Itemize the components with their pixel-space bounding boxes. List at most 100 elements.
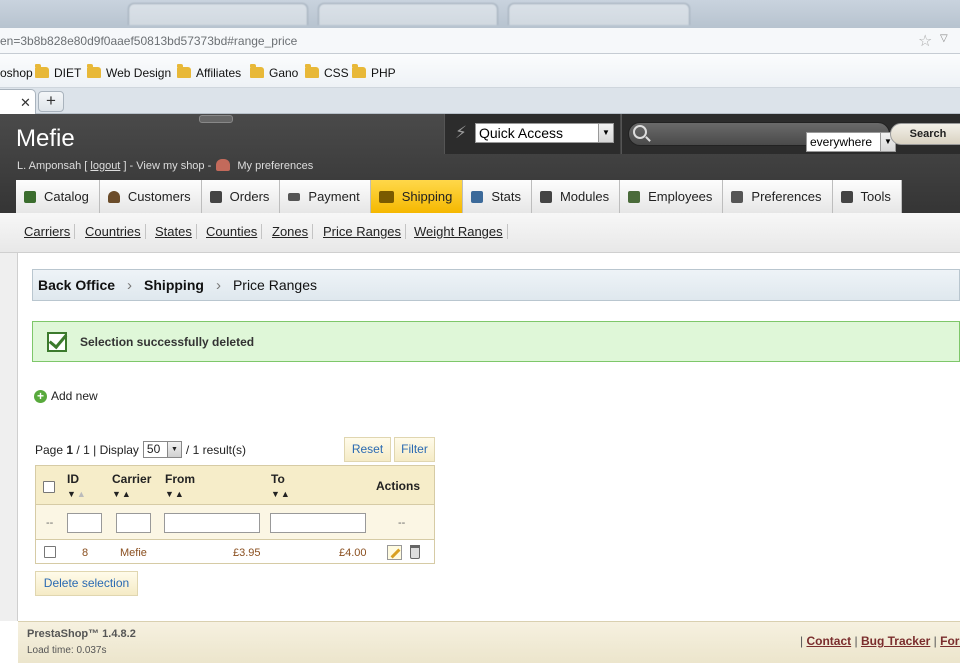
subnav-zones[interactable]: Zones: [272, 224, 314, 239]
chevron-down-icon: ▼: [166, 442, 181, 457]
employees-icon: [628, 190, 641, 203]
quick-access-select[interactable]: Quick Access ▼: [475, 123, 614, 143]
footer-brand: PrestaShop™ 1.4.8.2: [27, 628, 136, 640]
bookmark-star-icon[interactable]: ☆: [918, 31, 932, 51]
tab-catalog[interactable]: Catalog: [16, 180, 100, 213]
bookmark-item[interactable]: oshop: [0, 66, 33, 80]
filter-to-input[interactable]: [270, 513, 366, 533]
search-input[interactable]: [653, 126, 801, 142]
row-checkbox[interactable]: [44, 546, 56, 558]
breadcrumb-section[interactable]: Shipping: [144, 277, 204, 293]
filter-button[interactable]: Filter: [394, 437, 435, 462]
tab-tools[interactable]: Tools: [832, 180, 902, 213]
tab-modules[interactable]: Modules: [531, 180, 621, 213]
subnav-counties[interactable]: Counties: [206, 224, 263, 239]
filter-from-input[interactable]: [164, 513, 260, 533]
browser-tabstrip: [0, 0, 960, 28]
browser-tab-blurred[interactable]: [128, 3, 308, 25]
select-all-checkbox[interactable]: [43, 481, 55, 493]
breadcrumb: Back Office › Shipping › Price Ranges: [32, 269, 960, 301]
sort-from[interactable]: ▼▲: [165, 489, 185, 499]
cell-from: £3.95: [233, 547, 261, 559]
price-ranges-table: ID ▼▲ Carrier ▼▲ From ▼▲ To ▼▲ Actions -…: [35, 465, 435, 564]
bookmarks-bar: oshop DIET Web Design Affiliates Gano CS…: [0, 54, 960, 88]
tab-payment[interactable]: Payment: [280, 180, 371, 213]
search-icon: [633, 125, 647, 139]
footer-load-time: Load time: 0.037s: [27, 645, 107, 656]
confirmation-message: Selection successfully deleted: [32, 321, 960, 362]
delete-selection-button[interactable]: Delete selection: [35, 571, 138, 596]
bookmark-folder[interactable]: CSS: [305, 64, 349, 80]
tab-orders[interactable]: Orders: [201, 180, 281, 213]
current-tab[interactable]: ✕: [0, 89, 36, 114]
folder-icon: [305, 64, 319, 78]
search-box: everywhere ▼: [628, 122, 896, 152]
user-icon: [216, 159, 231, 171]
search-scope-select[interactable]: everywhere ▼: [806, 132, 896, 152]
subnav-price-ranges[interactable]: Price Ranges: [323, 224, 407, 239]
chevron-right-icon: ›: [215, 276, 221, 294]
bug-tracker-link[interactable]: Bug Tracker: [861, 634, 930, 648]
col-from: From: [165, 472, 195, 486]
breadcrumb-root[interactable]: Back Office: [38, 277, 115, 293]
bookmark-folder[interactable]: DIET: [35, 64, 81, 80]
subnav-countries[interactable]: Countries: [85, 224, 146, 239]
tab-customers[interactable]: Customers: [99, 180, 202, 213]
bookmark-folder[interactable]: Web Design: [87, 64, 171, 80]
forum-link[interactable]: Forum: [940, 634, 960, 648]
folder-icon: [35, 64, 49, 78]
main-nav: Catalog Customers Orders Payment Shippin…: [16, 180, 902, 213]
bookmark-folder[interactable]: Affiliates: [177, 64, 241, 80]
tab-stats[interactable]: Stats: [463, 180, 532, 213]
table-header: ID ▼▲ Carrier ▼▲ From ▼▲ To ▼▲ Actions: [36, 466, 434, 505]
col-carrier: Carrier: [112, 472, 152, 486]
folder-icon: [87, 64, 101, 78]
pagination: Page 1 / 1 | Display 50 ▼ / 1 result(s): [35, 441, 246, 458]
filter-id-input[interactable]: [67, 513, 102, 533]
add-new-link[interactable]: + Add new: [34, 389, 98, 403]
content-gutter: [0, 253, 18, 621]
search-button[interactable]: Search: [890, 123, 960, 145]
cell-carrier: Mefie: [120, 547, 147, 559]
lightning-icon: ⚡: [455, 123, 467, 142]
per-page-select[interactable]: 50 ▼: [142, 441, 182, 458]
reset-button[interactable]: Reset: [344, 437, 391, 462]
filter-dash: --: [398, 517, 406, 529]
catalog-icon: [24, 190, 36, 203]
sort-carrier[interactable]: ▼▲: [112, 489, 132, 499]
new-tab-button[interactable]: +: [38, 91, 64, 112]
col-to: To: [271, 472, 285, 486]
chevron-right-icon: ›: [127, 276, 133, 294]
tab-preferences[interactable]: Preferences: [723, 180, 833, 213]
my-preferences-link[interactable]: My preferences: [237, 160, 313, 172]
contact-link[interactable]: Contact: [806, 634, 851, 648]
subnav-states[interactable]: States: [155, 224, 197, 239]
grip-handle[interactable]: [199, 115, 233, 123]
logout-link[interactable]: logout: [90, 160, 120, 172]
subnav-weight-ranges[interactable]: Weight Ranges: [414, 224, 508, 239]
subnav-carriers[interactable]: Carriers: [24, 224, 76, 239]
address-bar[interactable]: en=3b8b828e80d9f0aaef50813bd57373bd#rang…: [0, 28, 960, 54]
footer: PrestaShop™ 1.4.8.2 Load time: 0.037s | …: [18, 621, 960, 663]
tab-shipping[interactable]: Shipping: [370, 180, 464, 213]
trash-icon[interactable]: [410, 545, 420, 559]
filter-row: -- --: [36, 505, 434, 540]
browser-tab-blurred[interactable]: [508, 3, 690, 25]
col-id: ID: [67, 472, 79, 486]
sort-id[interactable]: ▼▲: [67, 489, 87, 499]
col-actions: Actions: [376, 479, 421, 493]
filter-carrier-input[interactable]: [116, 513, 151, 533]
breadcrumb-current: Price Ranges: [232, 277, 317, 293]
browser-tab-blurred[interactable]: [318, 3, 498, 25]
bookmark-folder[interactable]: Gano: [250, 64, 298, 80]
sub-nav: Carriers Countries States Counties Zones…: [0, 213, 960, 253]
folder-icon: [177, 64, 191, 78]
sort-to[interactable]: ▼▲: [271, 489, 291, 499]
tab-employees[interactable]: Employees: [620, 180, 724, 213]
close-icon[interactable]: ✕: [20, 95, 31, 111]
bookmark-folder[interactable]: PHP: [352, 64, 396, 80]
url-dropdown-icon[interactable]: ▽: [940, 33, 948, 44]
search-panel: everywhere ▼ Search: [621, 114, 960, 154]
edit-icon[interactable]: [387, 545, 402, 560]
plugin-icon: [539, 190, 552, 203]
